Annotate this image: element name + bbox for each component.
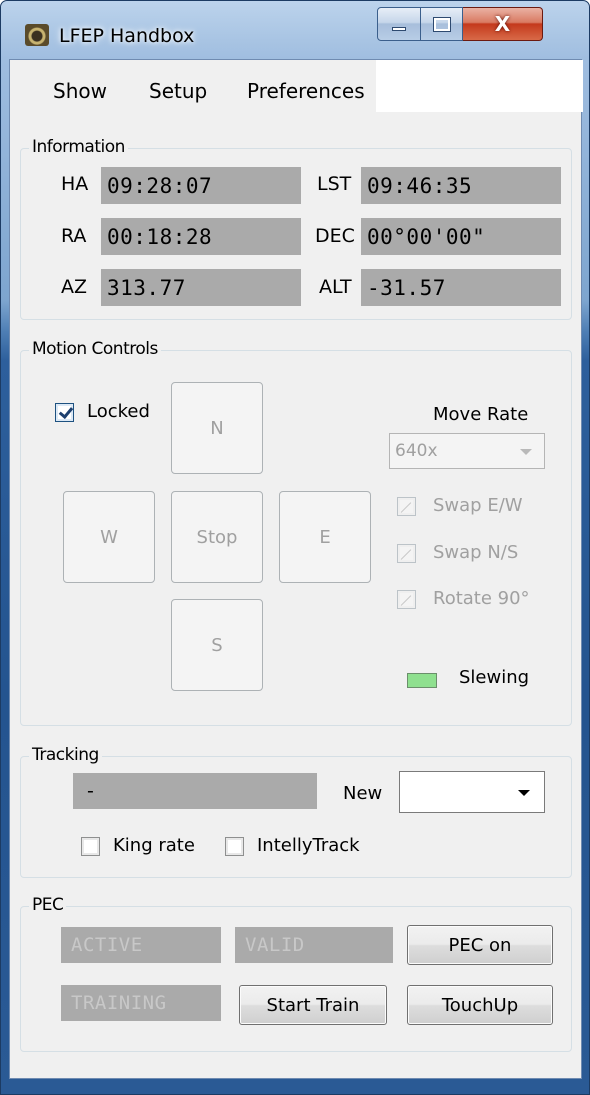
alt-value: -31.57 [361,269,561,306]
menu-bar: Show Setup Preferences [10,60,583,112]
east-button[interactable]: E [279,491,371,583]
intellytrack-checkbox[interactable] [225,837,244,856]
rotate-90-checkbox[interactable] [397,590,416,609]
start-train-button[interactable]: Start Train [239,985,387,1025]
king-rate-checkbox[interactable] [81,837,100,856]
caption-buttons: X [377,7,543,43]
information-group: Information HA 09:28:07 LST 09:46:35 RA … [20,137,572,320]
touchup-button[interactable]: TouchUp [407,985,553,1025]
handbox-window: LFEP Handbox X Show Setup Preferences In… [0,0,590,1095]
alt-label: ALT [319,276,352,298]
motion-controls-group: Motion Controls Locked N W Stop E S Move… [20,339,572,726]
move-rate-label: Move Rate [433,404,529,425]
lst-label: LST [317,173,352,195]
stop-button[interactable]: Stop [171,491,263,583]
window-title: LFEP Handbox [59,25,195,47]
tracking-new-select[interactable] [399,771,545,813]
dec-value: 00°00'00" [361,218,561,255]
king-rate-label: King rate [113,835,195,856]
tracking-group: Tracking - New King rate IntellyTrack [20,745,572,878]
swap-ew-label: Swap E/W [433,495,523,516]
pec-group: PEC ACTIVE VALID PEC on TRAINING Start T… [20,895,572,1052]
close-button[interactable]: X [463,7,543,41]
pec-group-label: PEC [29,895,67,915]
pec-on-button[interactable]: PEC on [407,925,553,965]
motion-controls-group-label: Motion Controls [29,339,161,359]
minimize-button[interactable] [377,7,421,41]
locked-checkbox[interactable] [55,403,74,422]
chevron-down-icon [518,790,530,796]
tracking-current-value: - [73,773,317,809]
ha-value: 09:28:07 [101,167,301,204]
locked-label: Locked [87,401,150,422]
move-rate-select[interactable]: 640x [389,433,545,469]
maximize-button[interactable] [421,7,463,41]
minimize-icon [392,27,406,31]
az-value: 313.77 [101,269,301,306]
dec-label: DEC [315,225,355,247]
swap-ew-checkbox[interactable] [397,497,416,516]
lst-value: 09:46:35 [361,167,561,204]
menu-bar-blank [376,60,583,112]
pec-valid-indicator: VALID [235,927,393,963]
close-icon: X [494,12,511,36]
ra-value: 00:18:28 [101,218,301,255]
ra-label: RA [61,225,87,247]
chevron-down-icon [520,449,532,455]
tracking-new-label: New [343,783,383,804]
north-button[interactable]: N [171,382,263,474]
menu-preferences[interactable]: Preferences [247,79,365,103]
swap-ns-label: Swap N/S [433,542,519,563]
menu-show[interactable]: Show [53,79,107,103]
information-group-label: Information [29,137,128,157]
south-button[interactable]: S [171,599,263,691]
menu-setup[interactable]: Setup [149,79,207,103]
intellytrack-label: IntellyTrack [257,835,360,856]
west-button[interactable]: W [63,491,155,583]
title-bar[interactable]: LFEP Handbox X [1,1,590,59]
rotate-90-label: Rotate 90° [433,588,530,609]
slewing-indicator [407,673,437,688]
ha-label: HA [61,173,89,195]
tracking-group-label: Tracking [29,745,102,765]
pec-training-indicator: TRAINING [61,985,221,1021]
slewing-label: Slewing [459,667,530,688]
client-area: Show Setup Preferences Information HA 09… [9,59,583,1079]
maximize-icon [432,16,451,32]
app-icon [25,24,49,46]
move-rate-value: 640x [395,441,438,461]
az-label: AZ [61,276,88,298]
pec-active-indicator: ACTIVE [61,927,221,963]
swap-ns-checkbox[interactable] [397,544,416,563]
